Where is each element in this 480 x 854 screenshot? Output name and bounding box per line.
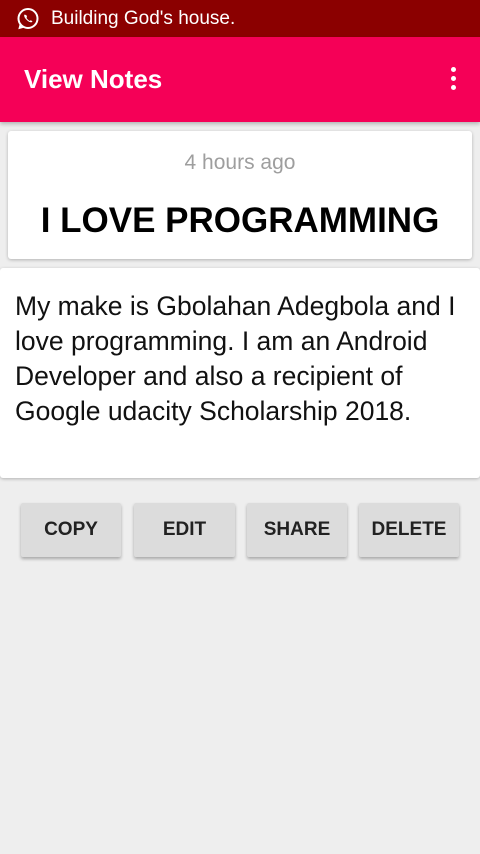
note-body-card: My make is Gbolahan Adegbola and I love …: [0, 268, 480, 478]
more-vert-icon[interactable]: [450, 67, 456, 93]
edit-button[interactable]: EDIT: [134, 503, 235, 557]
page-title: View Notes: [24, 64, 163, 94]
delete-button[interactable]: DELETE: [359, 503, 459, 557]
note-header-card: 4 hours ago I LOVE PROGRAMMING: [8, 131, 472, 259]
note-body: My make is Gbolahan Adegbola and I love …: [15, 291, 456, 426]
note-timestamp: 4 hours ago: [184, 151, 296, 174]
status-bar: Building God's house.: [0, 0, 480, 37]
share-button[interactable]: SHARE: [247, 503, 347, 557]
note-title: I LOVE PROGRAMMING: [40, 201, 440, 240]
whatsapp-icon: [16, 7, 40, 31]
note-actions: COPY EDIT SHARE DELETE: [21, 503, 461, 557]
copy-button[interactable]: COPY: [21, 503, 121, 557]
notification-text: Building God's house.: [51, 7, 236, 29]
app-bar: View Notes: [0, 37, 480, 122]
